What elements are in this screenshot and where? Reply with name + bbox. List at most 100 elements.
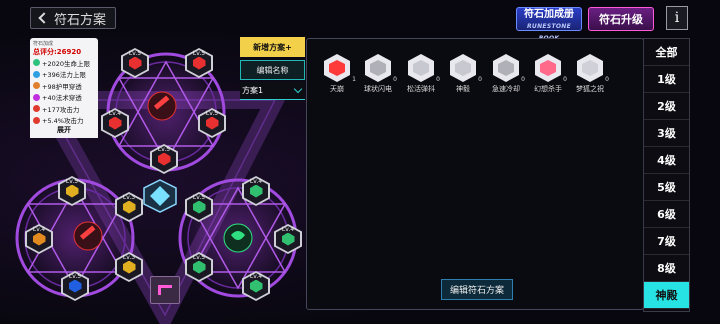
- rune-plan-screen: 符石方案 符石加成册 RUNESTONE BOOK 符石升级 i: [0, 0, 720, 324]
- score-panel: 符石加成 总评分:26920 +2020生命上限 +396法力上限 +98护甲穿…: [30, 38, 98, 138]
- slot-level: Lv.5: [205, 110, 219, 117]
- rune-slot[interactable]: Lv.5: [121, 48, 149, 78]
- rune-slot[interactable]: Lv.4: [274, 224, 302, 254]
- runestone-book-button[interactable]: 符石加成册 RUNESTONE BOOK: [516, 7, 582, 42]
- rune-name: 天崩: [330, 85, 344, 93]
- armor-pen-icon: [33, 82, 40, 90]
- stat-text: +98护甲穿透: [42, 82, 82, 91]
- redo-button[interactable]: [150, 276, 180, 304]
- slot-level: Lv.5: [192, 254, 206, 261]
- slot-level: Lv.5: [68, 273, 82, 280]
- level-tab-2[interactable]: 2级: [644, 93, 689, 120]
- rune-slot[interactable]: Lv.5: [185, 252, 213, 282]
- back-label: 符石方案: [54, 12, 107, 28]
- stat-row: +177攻击力: [33, 103, 95, 115]
- level-tab-5[interactable]: 5级: [644, 174, 689, 201]
- slot-level: Lv.5: [192, 194, 206, 201]
- score-title: 符石加成: [33, 41, 54, 47]
- rune-item[interactable]: 球状闪电 0: [363, 54, 397, 94]
- rune-slot[interactable]: Lv.4: [25, 224, 53, 254]
- rune-gem-icon: [281, 232, 295, 246]
- stat-row: +40法术穿透: [33, 92, 95, 104]
- level-tab-temple[interactable]: 神殿: [644, 282, 689, 309]
- stat-text: +40法术穿透: [42, 94, 82, 103]
- rune-icon: [455, 60, 471, 76]
- rune-gem-icon: [157, 152, 171, 166]
- expand-button[interactable]: 展开: [30, 124, 98, 138]
- rune-slot[interactable]: Lv.4: [242, 176, 270, 206]
- rune-gem-icon: [68, 279, 82, 293]
- level-tab-8[interactable]: 8级: [644, 255, 689, 282]
- stat-row: +98护甲穿透: [33, 80, 95, 92]
- rune-gem-icon: [192, 200, 206, 214]
- rune-slot[interactable]: Lv.5: [185, 192, 213, 222]
- chevron-down-icon: [293, 84, 303, 94]
- level-tab-3[interactable]: 3级: [644, 120, 689, 147]
- stat-row: +396法力上限: [33, 69, 95, 81]
- rune-item[interactable]: 幻想杀手 0: [533, 54, 567, 94]
- rune-name: 幻想杀手: [534, 85, 562, 93]
- rune-slot[interactable]: Lv.5: [61, 271, 89, 301]
- rune-upgrade-button[interactable]: 符石升级: [588, 7, 654, 31]
- rune-icon: [413, 60, 429, 76]
- rune-name: 神毅: [456, 85, 470, 93]
- rune-count: 1: [352, 76, 356, 83]
- rune-item[interactable]: 天崩 1: [322, 54, 356, 94]
- rune-item[interactable]: 梦狐之祝 0: [575, 54, 609, 94]
- rune-gem-icon: [205, 116, 219, 130]
- magic-pen-icon: [33, 93, 40, 101]
- rune-gem-icon: [192, 56, 206, 70]
- rune-slot[interactable]: Lv.5: [198, 108, 226, 138]
- rune-slot[interactable]: Lv.5: [150, 144, 178, 174]
- rune-icon: [498, 60, 514, 76]
- edit-name-button[interactable]: 编辑名称: [240, 60, 305, 80]
- rune-slot[interactable]: Lv.4: [101, 108, 129, 138]
- rune-gem-icon: [32, 232, 46, 246]
- hp-icon: [33, 59, 40, 67]
- stat-text: +396法力上限: [42, 71, 86, 80]
- rune-slot[interactable]: Lv.3: [115, 252, 143, 282]
- level-filter-list: 全部 1级 2级 3级 4级 5级 6级 7级 8级 神殿: [643, 38, 690, 312]
- slot-level: Lv.5: [157, 146, 171, 153]
- runestone-book-label: 符石加成册: [524, 9, 574, 20]
- rune-icon: [582, 60, 598, 76]
- info-button[interactable]: i: [666, 6, 688, 30]
- rune-name: 梦狐之祝: [576, 85, 604, 93]
- rune-gem-icon: [192, 260, 206, 274]
- rune-slot[interactable]: Lv.5: [58, 176, 86, 206]
- rune-item[interactable]: 松活弹抖 0: [406, 54, 440, 94]
- level-tab-all[interactable]: 全部: [644, 39, 689, 66]
- rune-count: 0: [478, 76, 482, 83]
- level-tab-6[interactable]: 6级: [644, 201, 689, 228]
- rune-slot[interactable]: Lv.4: [242, 271, 270, 301]
- rune-gem-icon: [122, 200, 136, 214]
- stat-text: +177攻击力: [42, 105, 80, 114]
- back-button[interactable]: 符石方案: [30, 7, 116, 29]
- slot-level: Lv.4: [249, 178, 263, 185]
- rune-slot[interactable]: Lv.3: [115, 192, 143, 222]
- stat-text: +2020生命上限: [42, 59, 90, 68]
- rune-name: 松活弹抖: [407, 85, 435, 93]
- rune-item[interactable]: 急速冷却 0: [491, 54, 525, 94]
- plan-select[interactable]: 方案1: [240, 82, 305, 100]
- rune-gem-icon: [128, 56, 142, 70]
- level-tab-1[interactable]: 1级: [644, 66, 689, 93]
- redo-arrow-icon: [158, 285, 172, 295]
- slot-level: Lv.4: [32, 226, 46, 233]
- rune-name: 急速冷却: [492, 85, 520, 93]
- rune-count: 0: [605, 76, 609, 83]
- rune-icon: [329, 60, 345, 76]
- rune-count: 0: [563, 76, 567, 83]
- rune-item[interactable]: 神毅 0: [448, 54, 482, 94]
- total-score: 总评分:26920: [33, 48, 82, 56]
- level-tab-4[interactable]: 4级: [644, 147, 689, 174]
- edit-rune-plan-button[interactable]: 编辑符石方案: [441, 279, 513, 300]
- rune-slot[interactable]: Lv.5: [185, 48, 213, 78]
- rune-gem-icon: [249, 184, 263, 198]
- rune-icon: [370, 60, 386, 76]
- rune-count: 0: [521, 76, 525, 83]
- rune-list-panel: 天崩 1 球状闪电 0 松活弹抖 0 神毅 0 急速冷却 0 幻想杀手 0 梦狐…: [306, 38, 644, 310]
- level-tab-7[interactable]: 7级: [644, 228, 689, 255]
- new-plan-button[interactable]: 新增方案+: [240, 37, 305, 57]
- plan-select-value: 方案1: [242, 86, 264, 95]
